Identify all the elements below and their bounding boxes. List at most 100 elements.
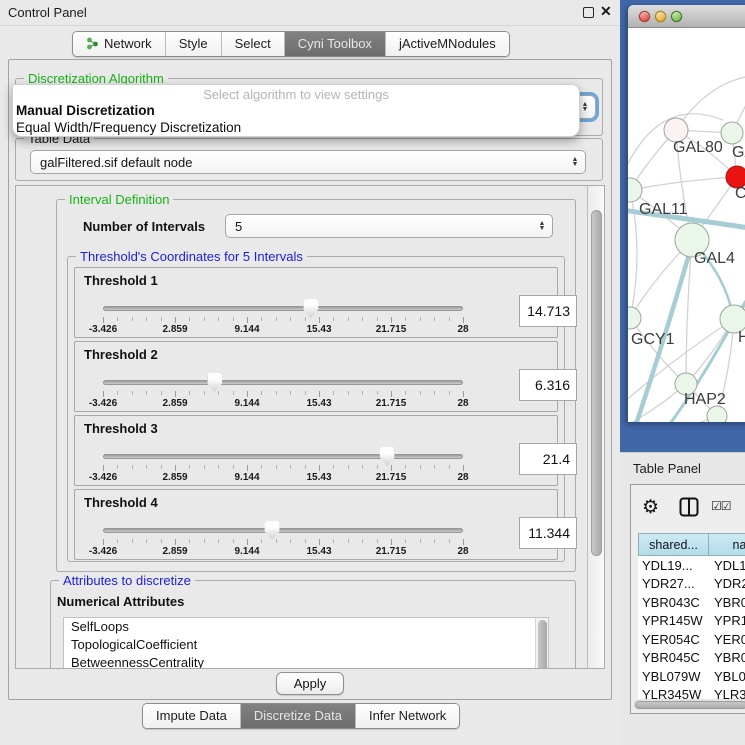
attribute-selfloops[interactable]: SelfLoops bbox=[64, 618, 548, 636]
scrollbar-thumb[interactable] bbox=[591, 210, 602, 556]
slider-track[interactable] bbox=[103, 380, 463, 385]
tick-mark bbox=[161, 539, 162, 543]
tick-mark bbox=[189, 539, 190, 543]
tick-mark bbox=[391, 317, 392, 323]
attribute-betweennesscentrality[interactable]: BetweennessCentrality bbox=[64, 654, 548, 669]
threshold-value-field[interactable] bbox=[519, 369, 577, 401]
close-icon[interactable]: ✕ bbox=[600, 3, 612, 20]
columns-icon[interactable] bbox=[679, 497, 699, 522]
slider-track[interactable] bbox=[103, 528, 463, 533]
tick-mark bbox=[204, 539, 205, 543]
cell-shared-name: YBL079W bbox=[638, 669, 709, 684]
tab-select[interactable]: Select bbox=[221, 32, 284, 56]
table-row[interactable]: YPR145WYPR1 bbox=[638, 612, 745, 631]
minimize-traffic-light[interactable] bbox=[655, 11, 666, 22]
table-toolbar: ⚙ ☑☑ bbox=[631, 485, 745, 529]
slider-track[interactable] bbox=[103, 306, 463, 311]
threshold-slider[interactable]: -3.4262.8599.14415.4321.71528 bbox=[103, 304, 463, 334]
tick-mark bbox=[233, 391, 234, 395]
tab-style[interactable]: Style bbox=[165, 32, 221, 56]
cyni-toolbox-panel: Discretization Algorithm ▲▼ Table Data g… bbox=[8, 59, 612, 700]
tick-mark bbox=[449, 465, 450, 469]
tick-mark bbox=[420, 317, 421, 321]
network-canvas[interactable]: GAL80GACGAL11GAL4GCY1HHAP2 bbox=[628, 28, 745, 422]
scrollbar-thumb[interactable] bbox=[635, 701, 745, 709]
select-columns-icon[interactable]: ☑☑ bbox=[711, 499, 731, 513]
cell-shared-name: YDL19... bbox=[638, 558, 709, 573]
table-row[interactable]: YBR045CYBR0 bbox=[638, 649, 745, 668]
threshold-panel-1: Threshold 1-3.4262.8599.14415.4321.71528 bbox=[74, 267, 558, 338]
slider-thumb[interactable] bbox=[207, 373, 222, 392]
slider-thumb[interactable] bbox=[265, 521, 280, 540]
interval-group-title: Interval Definition bbox=[65, 192, 173, 207]
tick-label: 9.144 bbox=[234, 324, 259, 335]
threshold-value-field[interactable] bbox=[519, 517, 577, 549]
network-window-titlebar[interactable] bbox=[628, 5, 745, 28]
node-gcy1[interactable] bbox=[628, 307, 641, 329]
tab-infer-network[interactable]: Infer Network bbox=[355, 704, 459, 728]
node-gal11[interactable] bbox=[628, 178, 642, 202]
algorithm-option-equal-width-frequency-discretization[interactable]: Equal Width/Frequency Discretization bbox=[15, 119, 581, 136]
threshold-value-field[interactable] bbox=[519, 295, 577, 327]
thresholds-group-title: Threshold's Coordinates for 5 Intervals bbox=[76, 249, 307, 264]
tick-mark bbox=[117, 539, 118, 543]
attributes-group: Attributes to discretize Numerical Attri… bbox=[50, 580, 576, 669]
algorithm-option-manual-discretization[interactable]: Manual Discretization bbox=[15, 102, 581, 119]
tab-cyni-toolbox[interactable]: Cyni Toolbox bbox=[284, 32, 385, 56]
column-header-name[interactable]: na bbox=[709, 533, 745, 556]
threshold-slider[interactable]: -3.4262.8599.14415.4321.71528 bbox=[103, 378, 463, 408]
tick-mark bbox=[146, 391, 147, 395]
table-row[interactable]: YBR043CYBR0 bbox=[638, 593, 745, 612]
tick-mark bbox=[103, 391, 104, 397]
slider-thumb[interactable] bbox=[380, 447, 395, 466]
zoom-traffic-light[interactable] bbox=[671, 11, 682, 22]
cell-name: YPR1 bbox=[709, 613, 745, 628]
table-data-combobox[interactable]: galFiltered.sif default node ▲▼ bbox=[30, 150, 586, 174]
tick-mark bbox=[218, 391, 219, 395]
table-horizontal-scrollbar[interactable] bbox=[633, 699, 745, 710]
tick-mark bbox=[276, 465, 277, 469]
tick-mark bbox=[391, 465, 392, 471]
apply-button[interactable]: Apply bbox=[276, 672, 344, 695]
float-window-icon[interactable] bbox=[583, 7, 594, 18]
tick-mark bbox=[362, 465, 363, 469]
node-partial-top-right[interactable] bbox=[721, 122, 743, 144]
tick-mark bbox=[333, 465, 334, 469]
tab-network[interactable]: Network bbox=[73, 32, 165, 56]
tick-mark bbox=[391, 391, 392, 397]
tick-label: 9.144 bbox=[234, 546, 259, 557]
node-partial-bottom[interactable] bbox=[707, 406, 727, 422]
tick-mark bbox=[333, 391, 334, 395]
node-label-gal80: GAL80 bbox=[673, 139, 723, 156]
attributes-scrollbar[interactable] bbox=[535, 618, 548, 669]
settings-vertical-scrollbar[interactable] bbox=[587, 186, 604, 668]
tick-mark bbox=[305, 391, 306, 395]
tick-mark bbox=[218, 465, 219, 469]
tab-jactivemnodules[interactable]: jActiveMNodules bbox=[385, 32, 509, 56]
cytoscape-workspace: Control Panel ✕ NetworkStyleSelectCyni T… bbox=[0, 0, 745, 745]
num-intervals-combobox[interactable]: 5 ▲▼ bbox=[225, 214, 553, 238]
threshold-label: Threshold 2 bbox=[84, 347, 158, 362]
table-row[interactable]: YDL19...YDL1 bbox=[638, 556, 745, 575]
slider-thumb[interactable] bbox=[303, 299, 318, 318]
table-row[interactable]: YER054CYER0 bbox=[638, 630, 745, 649]
gear-icon[interactable]: ⚙ bbox=[642, 496, 659, 519]
close-traffic-light[interactable] bbox=[639, 11, 650, 22]
table-row[interactable]: YBL079WYBL0 bbox=[638, 667, 745, 686]
threshold-value-field[interactable] bbox=[519, 443, 577, 475]
threshold-slider[interactable]: -3.4262.8599.14415.4321.71528 bbox=[103, 526, 463, 556]
tick-mark bbox=[132, 317, 133, 321]
combo-stepper-icon: ▲▼ bbox=[534, 221, 552, 231]
threshold-label: Threshold 4 bbox=[84, 495, 158, 510]
column-header-shared-name[interactable]: shared... bbox=[638, 533, 709, 556]
attribute-topologicalcoefficient[interactable]: TopologicalCoefficient bbox=[64, 636, 548, 654]
tick-mark bbox=[377, 317, 378, 321]
tab-discretize-data[interactable]: Discretize Data bbox=[240, 704, 355, 728]
desktop-background: GAL80GACGAL11GAL4GCY1HHAP2 bbox=[620, 0, 745, 452]
tab-impute-data[interactable]: Impute Data bbox=[143, 704, 240, 728]
tick-mark bbox=[405, 539, 406, 543]
tick-mark bbox=[233, 465, 234, 469]
slider-track[interactable] bbox=[103, 454, 463, 459]
table-row[interactable]: YDR27...YDR2 bbox=[638, 575, 745, 594]
threshold-slider[interactable]: -3.4262.8599.14415.4321.71528 bbox=[103, 452, 463, 482]
